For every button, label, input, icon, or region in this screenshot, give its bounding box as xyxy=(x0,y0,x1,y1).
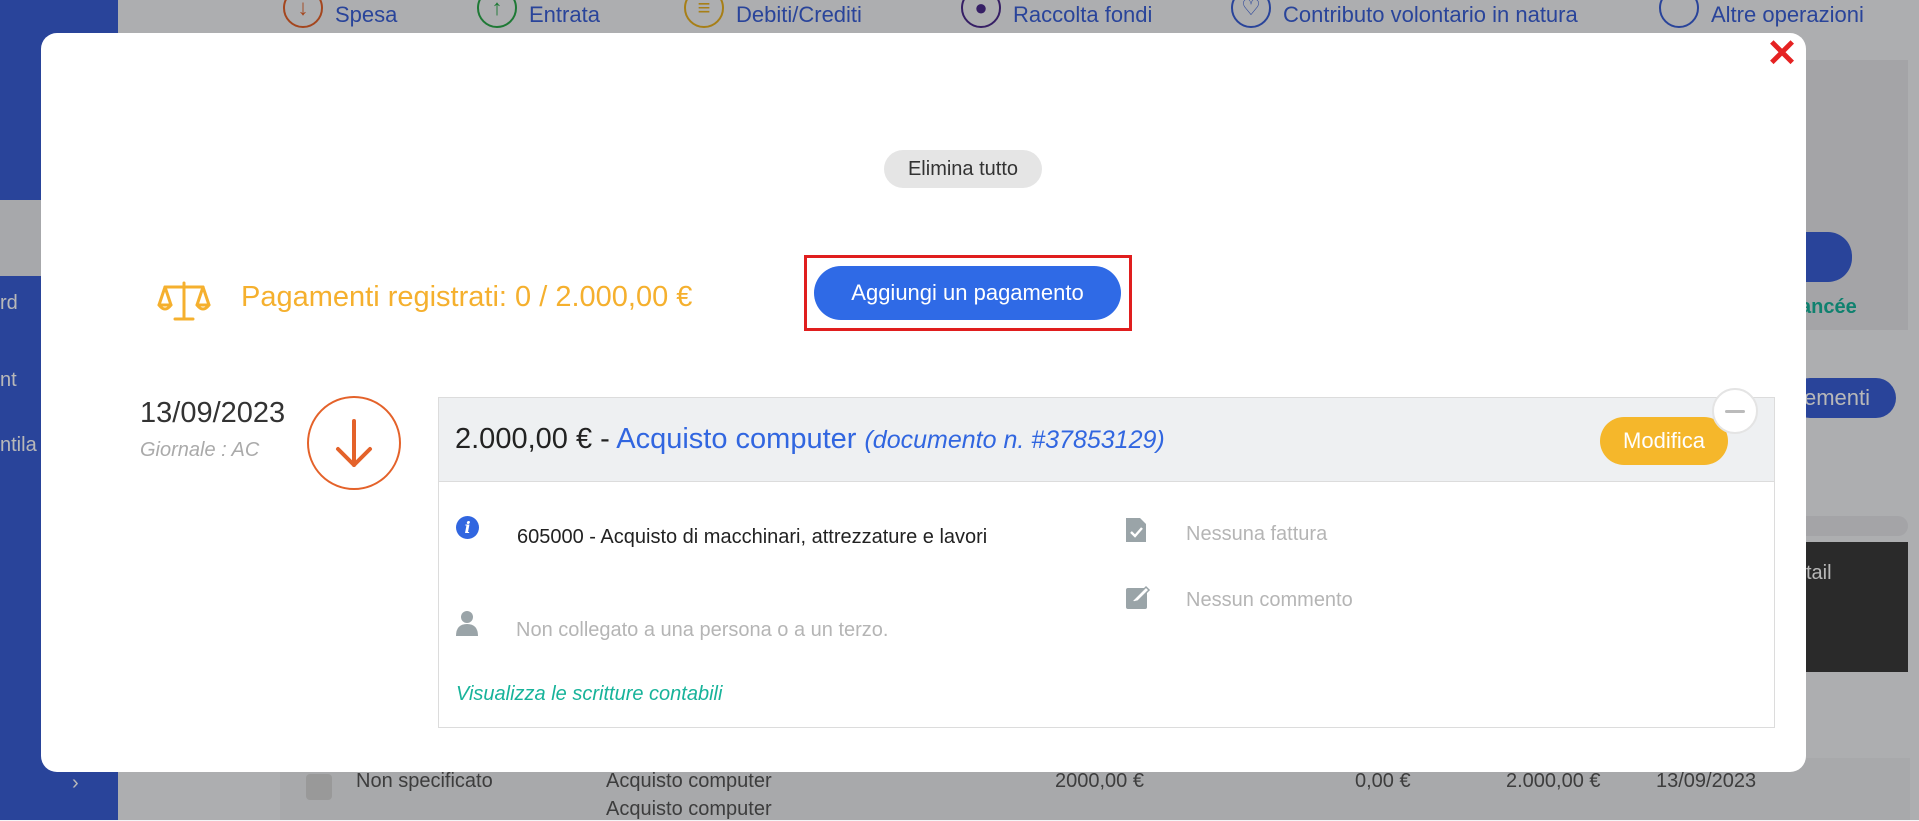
entry-separator: - xyxy=(592,423,617,455)
entry-invoice: Nessuna fattura xyxy=(1186,523,1328,545)
edit-button[interactable]: Modifica xyxy=(1600,417,1728,465)
close-icon[interactable]: ✕ xyxy=(1764,35,1800,73)
entry-journal: Giornale : AC xyxy=(140,439,260,461)
edit-comment-icon xyxy=(1126,585,1151,609)
person-icon xyxy=(456,611,478,636)
payments-modal: Elimina tutto Pagamenti registrati: 0 / … xyxy=(41,33,1806,772)
remove-entry-button[interactable] xyxy=(1712,388,1758,434)
entry-card-header: 2.000,00 € - Acquisto computer (document… xyxy=(439,398,1774,482)
registered-payments-label: Pagamenti registrati: 0 / 2.000,00 € xyxy=(241,281,693,313)
add-payment-button[interactable]: Aggiungi un pagamento xyxy=(814,266,1121,320)
entry-amount: 2.000,00 € xyxy=(455,423,593,455)
invoice-icon xyxy=(1126,518,1146,542)
entry-title-link[interactable]: Acquisto computer xyxy=(616,423,856,455)
entry-account: 605000 - Acquisto di macchinari, attrezz… xyxy=(517,526,988,548)
expense-icon xyxy=(307,396,401,490)
arrow-down-icon xyxy=(336,419,372,467)
delete-all-button[interactable]: Elimina tutto xyxy=(884,150,1042,188)
balance-scale-icon xyxy=(157,281,211,321)
view-entries-link[interactable]: Visualizza le scritture contabili xyxy=(456,683,722,706)
entry-heading: 2.000,00 € - Acquisto computer (document… xyxy=(455,423,1165,456)
entry-date: 13/09/2023 xyxy=(140,397,286,429)
entry-card: 2.000,00 € - Acquisto computer (document… xyxy=(438,397,1775,728)
entry-comment: Nessun commento xyxy=(1186,589,1353,611)
entry-person: Non collegato a una persona o a un terzo… xyxy=(516,619,889,641)
entry-document-link[interactable]: (documento n. #37853129) xyxy=(864,426,1164,454)
